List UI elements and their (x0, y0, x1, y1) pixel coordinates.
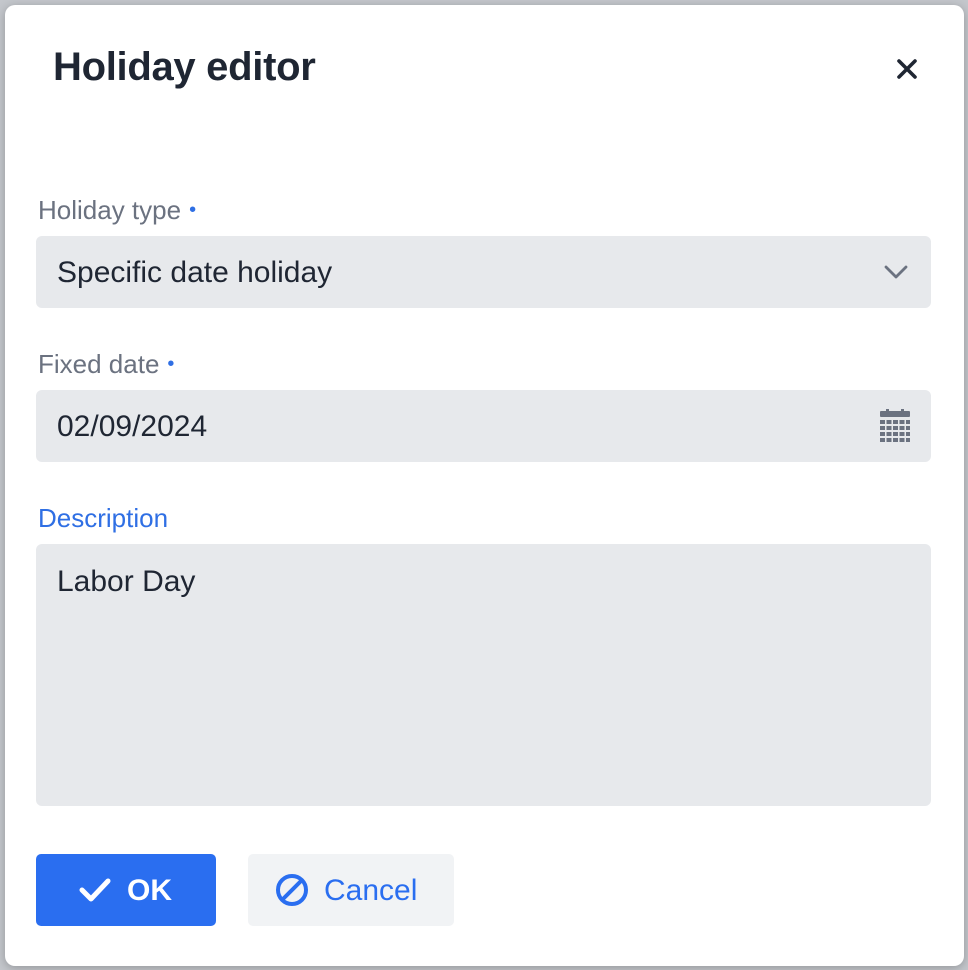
cancel-button-label: Cancel (324, 874, 418, 907)
close-icon (897, 59, 917, 79)
holiday-editor-dialog: Holiday editor Holiday type • Specific da… (5, 5, 964, 966)
holiday-type-value: Specific date holiday (57, 256, 333, 289)
ok-button[interactable]: OK (36, 854, 216, 926)
fixed-date-label: Fixed date • (38, 349, 174, 380)
description-value: Labor Day (57, 565, 196, 598)
description-textarea[interactable]: Labor Day (36, 544, 931, 806)
close-button[interactable] (889, 51, 925, 87)
required-marker: • (189, 199, 197, 221)
check-icon (79, 878, 111, 902)
holiday-type-select[interactable]: Specific date holiday (36, 236, 931, 308)
fixed-date-label-text: Fixed date (38, 349, 160, 379)
dialog-title: Holiday editor (53, 45, 316, 89)
description-label: Description (38, 503, 169, 533)
ok-button-label: OK (127, 874, 172, 907)
holiday-type-label: Holiday type • (38, 195, 196, 226)
required-marker: • (167, 353, 175, 375)
cancel-icon (276, 874, 308, 906)
chevron-down-icon (884, 265, 908, 279)
fixed-date-input[interactable]: 02/09/2024 (36, 390, 931, 462)
cancel-button[interactable]: Cancel (248, 854, 454, 926)
fixed-date-value: 02/09/2024 (57, 410, 208, 443)
calendar-icon[interactable] (879, 409, 911, 443)
holiday-type-label-text: Holiday type (38, 195, 182, 225)
